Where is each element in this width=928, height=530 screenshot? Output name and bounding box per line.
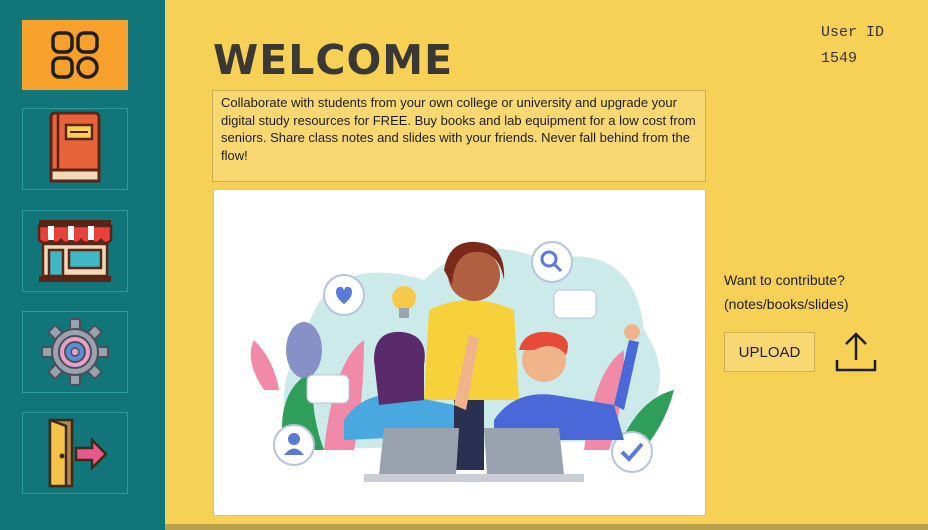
sidebar-item-books[interactable] (22, 108, 128, 190)
bottom-divider (165, 524, 928, 530)
students-collaborating-image (250, 241, 674, 482)
user-id-label: User ID (821, 24, 885, 41)
book-icon (49, 111, 101, 183)
gear-icon (41, 318, 109, 386)
store-icon (37, 220, 113, 282)
upload-icon[interactable] (833, 330, 879, 374)
sidebar-item-logout[interactable] (22, 412, 128, 494)
welcome-description: Collaborate with students from your own … (212, 90, 706, 182)
sidebar-item-settings[interactable] (22, 311, 128, 393)
contribute-line-1: Want to contribute? (724, 272, 845, 288)
sidebar-item-store[interactable] (22, 210, 128, 292)
grid-icon (51, 31, 99, 79)
user-id-display: User ID 1549 (821, 20, 921, 72)
user-id-value: 1549 (821, 50, 858, 67)
collaboration-illustration (213, 189, 706, 516)
page-title: WELCOME (213, 36, 454, 84)
contribute-prompt: Want to contribute? (notes/books/slides) (724, 268, 914, 316)
exit-door-icon (48, 418, 108, 488)
sidebar-item-dashboard[interactable] (22, 20, 128, 90)
sidebar (0, 0, 165, 530)
upload-button[interactable]: UPLOAD (724, 332, 815, 372)
contribute-line-2: (notes/books/slides) (724, 296, 849, 312)
